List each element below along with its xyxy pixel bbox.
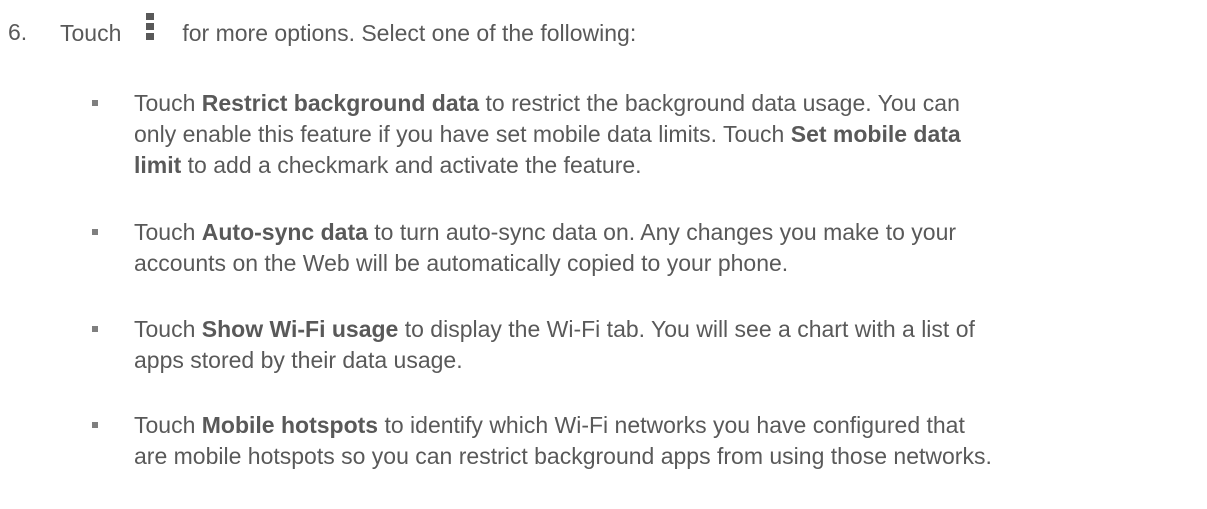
option-text-run: Touch — [134, 219, 202, 245]
option-text-run: to turn auto-sync data on. Any changes y… — [367, 219, 957, 245]
option-keyword: Restrict background data — [201, 90, 480, 116]
option-text-run: only enable this feature if you have set… — [134, 121, 791, 147]
step-number: 6. — [8, 19, 28, 45]
option-text: Touch Auto-sync data to turn auto-sync d… — [134, 217, 1204, 279]
option-text-run: Touch — [134, 412, 202, 438]
step-text-before-icon: Touch — [60, 20, 122, 46]
option-text: Touch Restrict background data to restri… — [134, 88, 1204, 181]
option-text-run: are mobile hotspots so you can restrict … — [134, 443, 992, 469]
option-text-run: Touch — [134, 90, 202, 116]
option-keyword: Mobile hotspots — [201, 412, 379, 438]
option-line: Touch Mobile hotspots to identify which … — [134, 410, 1204, 441]
option-text-run: accounts on the Web will be automaticall… — [134, 250, 789, 276]
option-text-run: to identify which Wi-Fi networks you hav… — [378, 412, 965, 438]
bullet-icon — [92, 229, 98, 235]
option-line: limit to add a checkmark and activate th… — [134, 150, 1204, 181]
option-text-run: apps stored by their data usage. — [134, 347, 463, 373]
option-text-run: Touch — [134, 316, 202, 342]
option-text-run: to add a checkmark and activate the feat… — [181, 152, 642, 178]
step-text: Touch for more options. Select one of the… — [60, 13, 637, 49]
option-keyword: limit — [134, 152, 182, 178]
step-text-after-icon: for more options. Select one of the foll… — [182, 20, 637, 46]
step-6: 6. Touch for more options. Select one of … — [0, 13, 1207, 49]
option-text: Touch Mobile hotspots to identify which … — [134, 410, 1204, 472]
bullet-icon — [92, 326, 98, 332]
bullet-icon — [92, 100, 98, 106]
bullet-icon — [92, 422, 98, 428]
more-options-icon — [146, 13, 158, 44]
option-line: only enable this feature if you have set… — [134, 119, 1204, 150]
option-keyword: Show Wi-Fi usage — [201, 316, 399, 342]
option-line: Touch Restrict background data to restri… — [134, 88, 1204, 119]
option-line: Touch Auto-sync data to turn auto-sync d… — [134, 217, 1204, 248]
option-text-run: to restrict the background data usage. Y… — [479, 90, 960, 116]
option-line: apps stored by their data usage. — [134, 345, 1204, 376]
option-keyword: Set mobile data — [790, 121, 961, 147]
option-line: Touch Show Wi-Fi usage to display the Wi… — [134, 314, 1204, 345]
option-text-run: to display the Wi-Fi tab. You will see a… — [398, 316, 975, 342]
option-text: Touch Show Wi-Fi usage to display the Wi… — [134, 314, 1204, 376]
option-line: accounts on the Web will be automaticall… — [134, 248, 1204, 279]
option-keyword: Auto-sync data — [201, 219, 368, 245]
option-line: are mobile hotspots so you can restrict … — [134, 441, 1204, 472]
